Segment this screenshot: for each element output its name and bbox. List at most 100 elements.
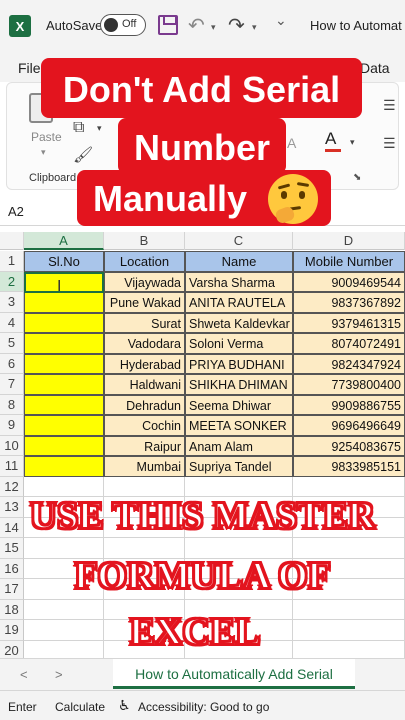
name-cell[interactable]: Shweta Kaldevkar — [185, 312, 293, 333]
autosave-state: Off — [122, 18, 137, 30]
customize-toolbar-icon[interactable]: ⌄ — [275, 12, 287, 29]
row-header-1[interactable]: 1 — [0, 251, 24, 272]
header-cell[interactable]: Sl.No — [24, 251, 104, 272]
status-calculate[interactable]: Calculate — [55, 700, 105, 714]
active-cell-border — [24, 271, 104, 293]
location-cell[interactable]: Vadodara — [104, 333, 185, 354]
serial-cell[interactable] — [24, 456, 104, 477]
column-header-d[interactable]: D — [293, 232, 405, 250]
select-all-corner[interactable] — [0, 232, 24, 250]
paste-chevron-down-icon[interactable]: ▾ — [41, 147, 46, 158]
status-accessibility[interactable]: Accessibility: Good to go — [138, 700, 269, 714]
accessibility-icon[interactable]: ♿ — [118, 697, 131, 714]
font-color-swatch — [325, 149, 341, 152]
row-header-5[interactable]: 5 — [0, 333, 24, 354]
serial-cell[interactable] — [24, 353, 104, 374]
font-color-icon[interactable]: A — [325, 129, 336, 149]
clipboard-group-label: Clipboard — [29, 172, 77, 184]
mobile-cell[interactable]: 9909886755 — [293, 394, 405, 415]
name-cell[interactable]: SHIKHA DHIMAN — [185, 374, 293, 395]
undo-icon[interactable]: ↶ — [188, 13, 205, 38]
serial-cell[interactable] — [24, 374, 104, 395]
column-header-a[interactable]: A — [24, 232, 104, 250]
previous-sheet-icon[interactable]: < — [20, 667, 28, 682]
serial-cell[interactable] — [24, 415, 104, 436]
row-header-7[interactable]: 7 — [0, 374, 24, 395]
tab-file[interactable]: File — [18, 60, 41, 76]
name-cell[interactable]: PRIYA BUDHANI — [185, 353, 293, 374]
redo-icon[interactable]: ↷ — [228, 13, 245, 38]
location-cell[interactable]: Surat — [104, 312, 185, 333]
name-box[interactable]: A2 — [8, 204, 24, 219]
mobile-cell[interactable]: 9009469544 — [293, 271, 405, 292]
serial-cell[interactable] — [24, 292, 104, 313]
mobile-cell[interactable]: 9379461315 — [293, 312, 405, 333]
serial-cell[interactable] — [24, 394, 104, 415]
location-cell[interactable]: Mumbai — [104, 456, 185, 477]
sheet-tab-bar: < > How to Automatically Add Serial — [0, 658, 405, 690]
redo-chevron-down-icon[interactable]: ▾ — [252, 22, 257, 33]
copy-chevron-down-icon[interactable]: ▾ — [97, 123, 102, 134]
row-header-2[interactable]: 2 — [0, 271, 24, 292]
copy-icon[interactable]: ⧉ — [73, 119, 84, 137]
next-sheet-icon[interactable]: > — [55, 667, 63, 682]
title-line1: Don't Add Serial — [62, 69, 341, 110]
location-cell[interactable]: Dehradun — [104, 394, 185, 415]
location-cell[interactable]: Cochin — [104, 415, 185, 436]
name-cell[interactable]: MEETA SONKER — [185, 415, 293, 436]
dialog-launcher-icon[interactable]: ⬊ — [353, 172, 361, 183]
serial-cell[interactable] — [24, 333, 104, 354]
row-header-4[interactable]: 4 — [0, 312, 24, 333]
location-cell[interactable]: Haldwani — [104, 374, 185, 395]
row-header-3[interactable]: 3 — [0, 292, 24, 313]
paste-label[interactable]: Paste — [31, 130, 62, 144]
row-header-8[interactable]: 8 — [0, 394, 24, 415]
mobile-cell[interactable]: 9837367892 — [293, 292, 405, 313]
mobile-cell[interactable]: 9254083675 — [293, 435, 405, 456]
font-color-chevron-down-icon[interactable]: ▾ — [350, 137, 355, 148]
sheet-tab-active[interactable]: How to Automatically Add Serial — [113, 659, 355, 689]
location-cell[interactable]: Hyderabad — [104, 353, 185, 374]
undo-chevron-down-icon[interactable]: ▾ — [211, 22, 216, 33]
row-header-9[interactable]: 9 — [0, 415, 24, 436]
tab-data[interactable]: Data — [360, 60, 390, 76]
row-header-6[interactable]: 6 — [0, 353, 24, 374]
master-text-line1: USE THIS MASTER — [29, 494, 377, 538]
fill-color-icon[interactable]: A — [287, 135, 296, 151]
mobile-cell[interactable]: 7739800400 — [293, 374, 405, 395]
align-top-icon[interactable]: ☰ — [383, 97, 396, 114]
name-cell[interactable]: Soloni Verma — [185, 333, 293, 354]
name-cell[interactable]: Anam Alam — [185, 435, 293, 456]
thinking-face-icon — [268, 174, 318, 225]
status-mode: Enter — [8, 700, 37, 714]
serial-cell[interactable] — [24, 312, 104, 333]
location-cell[interactable]: Raipur — [104, 435, 185, 456]
mobile-cell[interactable]: 9833985151 — [293, 456, 405, 477]
header-cell[interactable]: Mobile Number — [293, 251, 405, 272]
autosave-toggle[interactable]: Off — [100, 14, 146, 36]
mobile-cell[interactable]: 8074072491 — [293, 333, 405, 354]
column-header-c[interactable]: C — [185, 232, 293, 250]
name-cell[interactable]: Supriya Tandel — [185, 456, 293, 477]
mobile-cell[interactable]: 9696496649 — [293, 415, 405, 436]
toggle-knob — [104, 18, 118, 32]
header-cell[interactable]: Name — [185, 251, 293, 272]
name-cell[interactable]: ANITA RAUTELA — [185, 292, 293, 313]
header-cell[interactable]: Location — [104, 251, 185, 272]
name-cell[interactable]: Seema Dhiwar — [185, 394, 293, 415]
align-left-icon[interactable]: ☰ — [383, 135, 396, 152]
mobile-cell[interactable]: 9824347924 — [293, 353, 405, 374]
excel-logo-icon: X — [9, 15, 31, 37]
location-cell[interactable]: Pune Wakad — [104, 292, 185, 313]
row-header-11[interactable]: 11 — [0, 456, 24, 477]
location-cell[interactable]: Vijaywada — [104, 271, 185, 292]
master-text-line3: EXCEL — [129, 610, 262, 654]
format-painter-icon[interactable]: 🖌 — [73, 145, 93, 165]
name-cell[interactable]: Varsha Sharma — [185, 271, 293, 292]
serial-cell[interactable] — [24, 435, 104, 456]
save-icon[interactable] — [158, 15, 178, 35]
autosave-label: AutoSave — [46, 18, 103, 33]
row-header-10[interactable]: 10 — [0, 435, 24, 456]
column-header-b[interactable]: B — [104, 232, 185, 250]
title-line3: Manually — [92, 178, 248, 219]
